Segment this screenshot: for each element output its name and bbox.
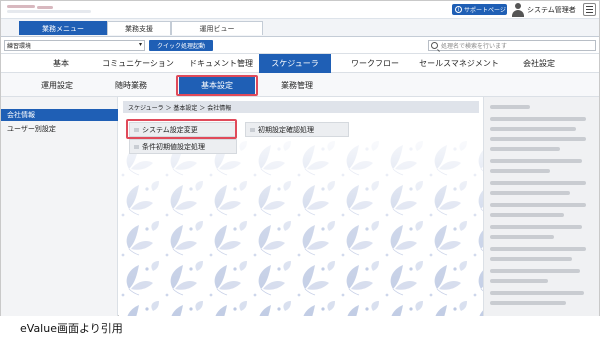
decorative-leaf-pattern — [119, 139, 483, 316]
tab-operation-view[interactable]: 運用ビュー — [171, 21, 263, 35]
module-basic[interactable]: 基本 — [41, 54, 81, 73]
module-scheduler[interactable]: スケジューラ — [259, 54, 331, 73]
module-nav: 基本 コミュニケーション ドキュメント管理 スケジューラ ワークフロー セールス… — [1, 54, 599, 73]
sidebar-item-company-info[interactable]: 会社情報 — [1, 109, 118, 121]
sidebar-item-user-settings[interactable]: ユーザー別設定 — [1, 123, 118, 135]
subtab-adhoc-tasks[interactable]: 随時業務 — [103, 77, 159, 94]
info-icon: i — [455, 6, 462, 13]
support-page-label: サポートページ — [464, 7, 506, 14]
main-content: スケジューラ ＞ 基本設定 ＞ 会社情報 システム設定変更 初期設定確認処理 条… — [119, 97, 483, 316]
user-icon[interactable] — [512, 3, 524, 17]
user-name[interactable]: システム管理者 — [527, 5, 576, 15]
tab-business-menu[interactable]: 業務メニュー — [19, 21, 107, 35]
hamburger-menu-icon[interactable] — [583, 3, 596, 16]
toolbar: 練習環境 ▾ クイック処理起動 処理名で検索を行います — [1, 37, 599, 54]
environment-select-value: 練習環境 — [7, 43, 32, 50]
module-document-management[interactable]: ドキュメント管理 — [183, 54, 259, 73]
highlight-outline — [176, 75, 258, 96]
condition-default-settings-button[interactable]: 条件初期値設定処理 — [129, 139, 237, 154]
breadcrumb: スケジューラ ＞ 基本設定 ＞ 会社情報 — [123, 101, 479, 113]
module-company-settings[interactable]: 会社設定 — [511, 54, 567, 73]
right-info-panel — [483, 97, 599, 316]
subtab-operation-settings[interactable]: 運用設定 — [29, 77, 85, 94]
module-sales-management[interactable]: セールスマネジメント — [413, 54, 505, 73]
sub-nav: 運用設定 随時業務 基本設定 業務管理 — [1, 73, 599, 97]
highlight-outline — [126, 119, 237, 139]
environment-select[interactable]: 練習環境 ▾ — [4, 40, 145, 51]
support-page-button[interactable]: i サポートページ — [452, 4, 507, 15]
source-caption: eValue画面より引用 — [20, 322, 123, 335]
tab-business-support[interactable]: 業務支援 — [107, 21, 171, 35]
top-header: i サポートページ システム管理者 — [1, 1, 599, 19]
subtab-task-management[interactable]: 業務管理 — [265, 77, 329, 94]
chevron-down-icon: ▾ — [138, 41, 142, 48]
app-window: i サポートページ システム管理者 業務メニュー 業務支援 運用ビュー 練習環境… — [0, 0, 600, 316]
search-input[interactable]: 処理名で検索を行います — [428, 40, 596, 51]
module-communication[interactable]: コミュニケーション — [93, 54, 183, 73]
quick-process-button[interactable]: クイック処理起動 — [149, 40, 213, 51]
app-logo — [7, 5, 97, 14]
sidebar: 会社情報 ユーザー別設定 — [1, 97, 118, 316]
menu-bar: 業務メニュー 業務支援 運用ビュー — [1, 19, 599, 37]
search-placeholder: 処理名で検索を行います — [441, 43, 508, 50]
search-icon — [431, 42, 438, 49]
module-workflow[interactable]: ワークフロー — [341, 54, 409, 73]
initial-settings-check-button[interactable]: 初期設定確認処理 — [245, 122, 349, 137]
